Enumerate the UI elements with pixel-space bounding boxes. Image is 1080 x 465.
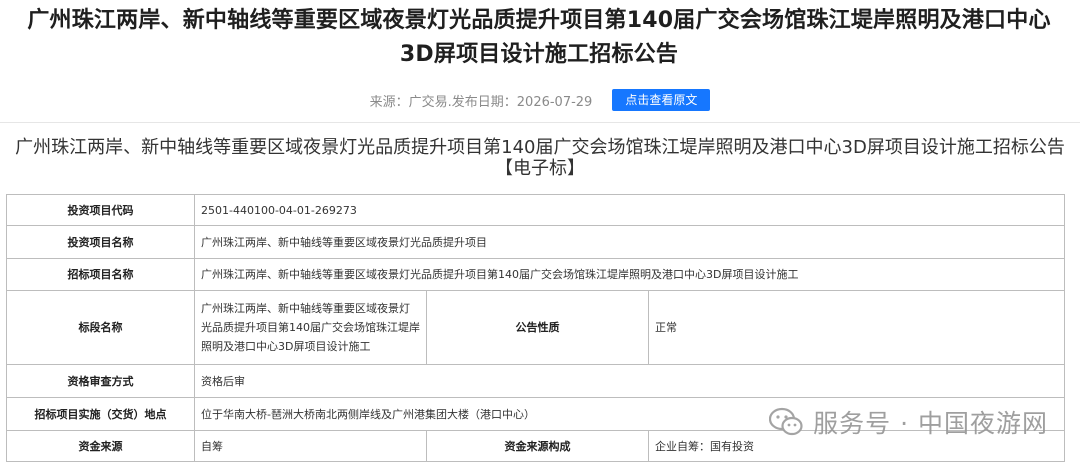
header-divider: [0, 122, 1080, 123]
table-label-cell: 招标项目实施（交货）地点: [6, 397, 195, 431]
announcement-page: 广州珠江两岸、新中轴线等重要区域夜景灯光品质提升项目第140届广交会场馆珠江堤岸…: [0, 0, 1080, 465]
table-label-cell: 资格审查方式: [6, 364, 195, 398]
table-row: 标段名称 广州珠江两岸、新中轴线等重要区域夜景灯光品质提升项目第140届广交会场…: [6, 290, 1066, 365]
page-title: 广州珠江两岸、新中轴线等重要区域夜景灯光品质提升项目第140届广交会场馆珠江堤岸…: [27, 8, 1051, 67]
wechat-icon: [769, 407, 803, 436]
source-label: 来源：广交易.: [369, 94, 452, 110]
table-value-cell: 广州珠江两岸、新中轴线等重要区域夜景灯光品质提升项目第140届广交会场馆珠江堤岸…: [193, 258, 1066, 291]
table-value-cell: 2501-440100-04-01-269273: [193, 194, 1066, 226]
table-value-cell: 广州珠江两岸、新中轴线等重要区域夜景灯光品质提升项目: [193, 225, 1066, 259]
table-row: 招标项目名称 广州珠江两岸、新中轴线等重要区域夜景灯光品质提升项目第140届广交…: [6, 258, 1066, 291]
table-value-cell: 正常: [647, 290, 1066, 365]
table-label-cell: 招标项目名称: [6, 258, 195, 291]
table-value-cell: 资格后审: [193, 364, 1066, 398]
notice-subtitle: 广州珠江两岸、新中轴线等重要区域夜景灯光品质提升项目第140届广交会场馆珠江堤岸…: [15, 137, 1065, 179]
table-label-cell: 公告性质: [426, 290, 649, 365]
table-label-cell: 标段名称: [6, 290, 195, 365]
view-original-button[interactable]: 点击查看原文: [612, 89, 711, 111]
table-label-cell: 投资项目代码: [6, 194, 195, 226]
publish-date: 发布日期：2026-07-29: [451, 94, 593, 110]
table-value-cell: 广州珠江两岸、新中轴线等重要区域夜景灯光品质提升项目第140届广交会场馆珠江堤岸…: [194, 290, 427, 365]
table-row: 投资项目代码 2501-440100-04-01-269273: [6, 194, 1066, 226]
table-value-cell: 自筹: [194, 430, 427, 462]
table-label-cell: 投资项目名称: [6, 225, 195, 259]
watermark-text: 服务号 · 中国夜游网: [813, 409, 1048, 438]
table-label-cell: 资金来源构成: [426, 430, 649, 462]
table-label-cell: 资金来源: [6, 430, 195, 462]
watermark: 服务号 · 中国夜游网: [769, 404, 1048, 440]
table-row: 资格审查方式 资格后审: [6, 364, 1066, 398]
table-row: 投资项目名称 广州珠江两岸、新中轴线等重要区域夜景灯光品质提升项目: [6, 225, 1066, 259]
meta-bar: 来源：广交易. 发布日期：2026-07-29 点击查看原文: [0, 88, 1080, 112]
